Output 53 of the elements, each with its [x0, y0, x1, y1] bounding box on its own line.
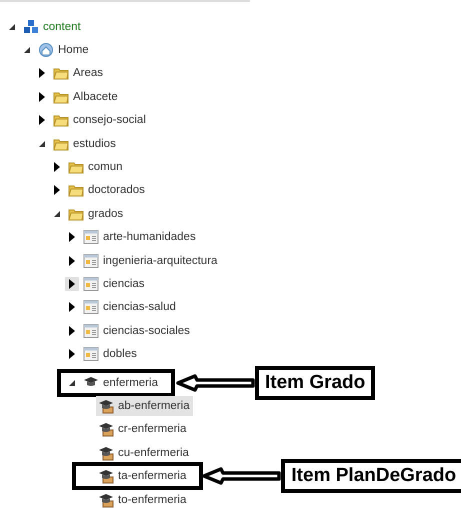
graduation-cap-icon	[98, 421, 114, 438]
graduation-cap-icon	[98, 398, 114, 414]
collapsed-triangle-icon	[38, 68, 46, 78]
page-icon	[83, 276, 99, 292]
collapsed-triangle-icon	[68, 349, 76, 360]
graduation-cap-icon	[98, 468, 114, 484]
tree-item[interactable]: doctorados	[66, 180, 148, 200]
expanded-triangle-icon	[8, 22, 16, 31]
expanded-triangle-icon	[68, 378, 76, 387]
expanded-triangle-icon	[38, 140, 46, 148]
cubes-icon	[23, 18, 39, 35]
collapsed-triangle-icon	[53, 162, 61, 172]
tree-item[interactable]: comun	[66, 157, 126, 178]
tree-item[interactable]: ab-enfermeria	[96, 396, 193, 416]
tree-item[interactable]: consejo-social	[51, 110, 149, 130]
tree-item[interactable]: cr-enfermeria	[96, 419, 190, 440]
expanded-triangle-icon	[53, 210, 61, 218]
page-icon	[83, 252, 99, 269]
collapsed-triangle-icon	[53, 185, 61, 196]
tree-item[interactable]: cu-enfermeria	[96, 442, 192, 463]
tree-item[interactable]: ciencias-sociales	[81, 320, 193, 341]
tree-item[interactable]: content	[21, 16, 84, 37]
tree-item[interactable]: dobles	[81, 344, 140, 364]
collapsed-triangle-icon	[68, 326, 76, 336]
tree-item[interactable]: ciencias	[81, 274, 148, 294]
tree-item[interactable]: ta-enfermeria	[96, 466, 190, 486]
expanded-triangle-icon	[23, 46, 31, 54]
collapsed-triangle-icon	[68, 232, 76, 242]
tree-item[interactable]: Home	[36, 40, 92, 60]
tree-item[interactable]: ciencias-salud	[81, 297, 179, 318]
page-icon	[83, 229, 99, 246]
collapsed-triangle-icon	[38, 115, 46, 126]
tree-item[interactable]: arte-humanidades	[81, 227, 199, 248]
collapsed-triangle-icon	[68, 256, 76, 266]
page-icon	[83, 299, 99, 316]
collapsed-triangle-icon	[38, 92, 46, 102]
graduation-cap-icon	[98, 444, 114, 461]
collapsed-triangle-icon	[68, 278, 76, 289]
graduation-cap-icon	[98, 492, 114, 508]
expander-toggle[interactable]	[65, 276, 79, 291]
tree-item[interactable]: Albacete	[51, 86, 121, 107]
tree-item[interactable]: ingenieria-arquitectura	[81, 250, 220, 271]
tree-item[interactable]: to-enfermeria	[96, 490, 190, 510]
callout-label: Item PlanDeGrado	[281, 459, 461, 494]
tree-item[interactable]: Areas	[51, 63, 106, 84]
home-globe-icon	[38, 42, 54, 58]
tree-item[interactable]: estudios	[51, 134, 119, 154]
callout-label: Item Grado	[254, 366, 376, 400]
page-icon	[83, 346, 99, 362]
page-icon	[83, 322, 99, 339]
tree-item[interactable]: grados	[66, 204, 126, 224]
collapsed-triangle-icon	[68, 302, 76, 312]
tree-item[interactable]: enfermeria	[81, 372, 161, 393]
